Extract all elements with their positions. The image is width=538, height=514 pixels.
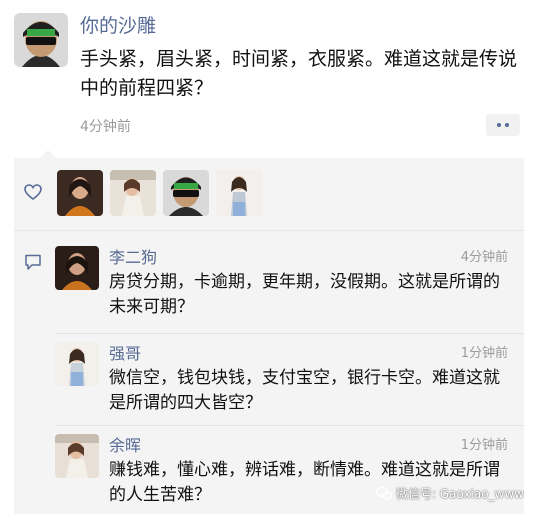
like-avatar[interactable]	[110, 170, 156, 216]
comment-text: 房贷分期，卡逾期，更年期，没假期。这就是所谓的未来可期？	[109, 272, 500, 317]
like-avatar[interactable]	[163, 170, 209, 216]
comment-timestamp: 4分钟前	[460, 250, 508, 265]
comment-item: 李二狗 4分钟前 房贷分期，卡逾期，更年期，没假期。这就是所谓的未来可期？	[55, 246, 508, 326]
watermark-text: 微信号: Gaoxiao_www	[395, 487, 524, 501]
comment-divider	[55, 425, 524, 426]
commenter-avatar[interactable]	[55, 434, 99, 478]
post-author-name[interactable]: 你的沙雕	[80, 11, 156, 38]
watermark: 微信号: Gaoxiao_www	[375, 485, 524, 502]
wechat-icon	[375, 487, 392, 500]
comment-item: 强哥 1分钟前 微信空，钱包块钱，支付宝空，银行卡空。难道这就是所谓的四大皆空？	[55, 342, 508, 422]
post-text: 手头紧，眉头紧，时间紧，衣服紧。难道这就是传说中的前程四紧？	[80, 48, 518, 99]
likes-comments-panel: 李二狗 4分钟前 房贷分期，卡逾期，更年期，没假期。这就是所谓的未来可期？ 强哥…	[14, 150, 524, 514]
comment-icon	[25, 254, 41, 270]
author-avatar[interactable]	[14, 13, 68, 67]
heart-icon	[24, 184, 42, 200]
commenter-name[interactable]: 强哥	[109, 340, 141, 364]
more-options-button[interactable]	[486, 114, 520, 136]
like-avatar[interactable]	[216, 170, 262, 216]
comment-timestamp: 1分钟前	[460, 438, 508, 453]
likes-divider	[14, 230, 524, 231]
commenter-name[interactable]: 李二狗	[109, 244, 157, 268]
comment-timestamp: 1分钟前	[460, 346, 508, 361]
moments-post: 你的沙雕 手头紧，眉头紧，时间紧，衣服紧。难道这就是传说中的前程四紧？ 4分钟前	[0, 0, 538, 514]
comment-item: 余晖 1分钟前 赚钱难，懂心难，辨话难，断情难。难道这就是所谓的人生苦难？	[55, 434, 508, 514]
like-avatar[interactable]	[57, 170, 103, 216]
post-timestamp: 4分钟前	[80, 119, 131, 135]
likes-row	[14, 170, 524, 220]
comment-text: 微信空，钱包块钱，支付宝空，银行卡空。难道这就是所谓的四大皆空？	[109, 368, 500, 413]
comment-divider	[55, 333, 524, 334]
commenter-avatar[interactable]	[55, 342, 99, 386]
dot-icon	[505, 123, 509, 127]
commenter-name[interactable]: 余晖	[109, 432, 141, 456]
commenter-avatar[interactable]	[55, 246, 99, 290]
dot-icon	[497, 123, 501, 127]
